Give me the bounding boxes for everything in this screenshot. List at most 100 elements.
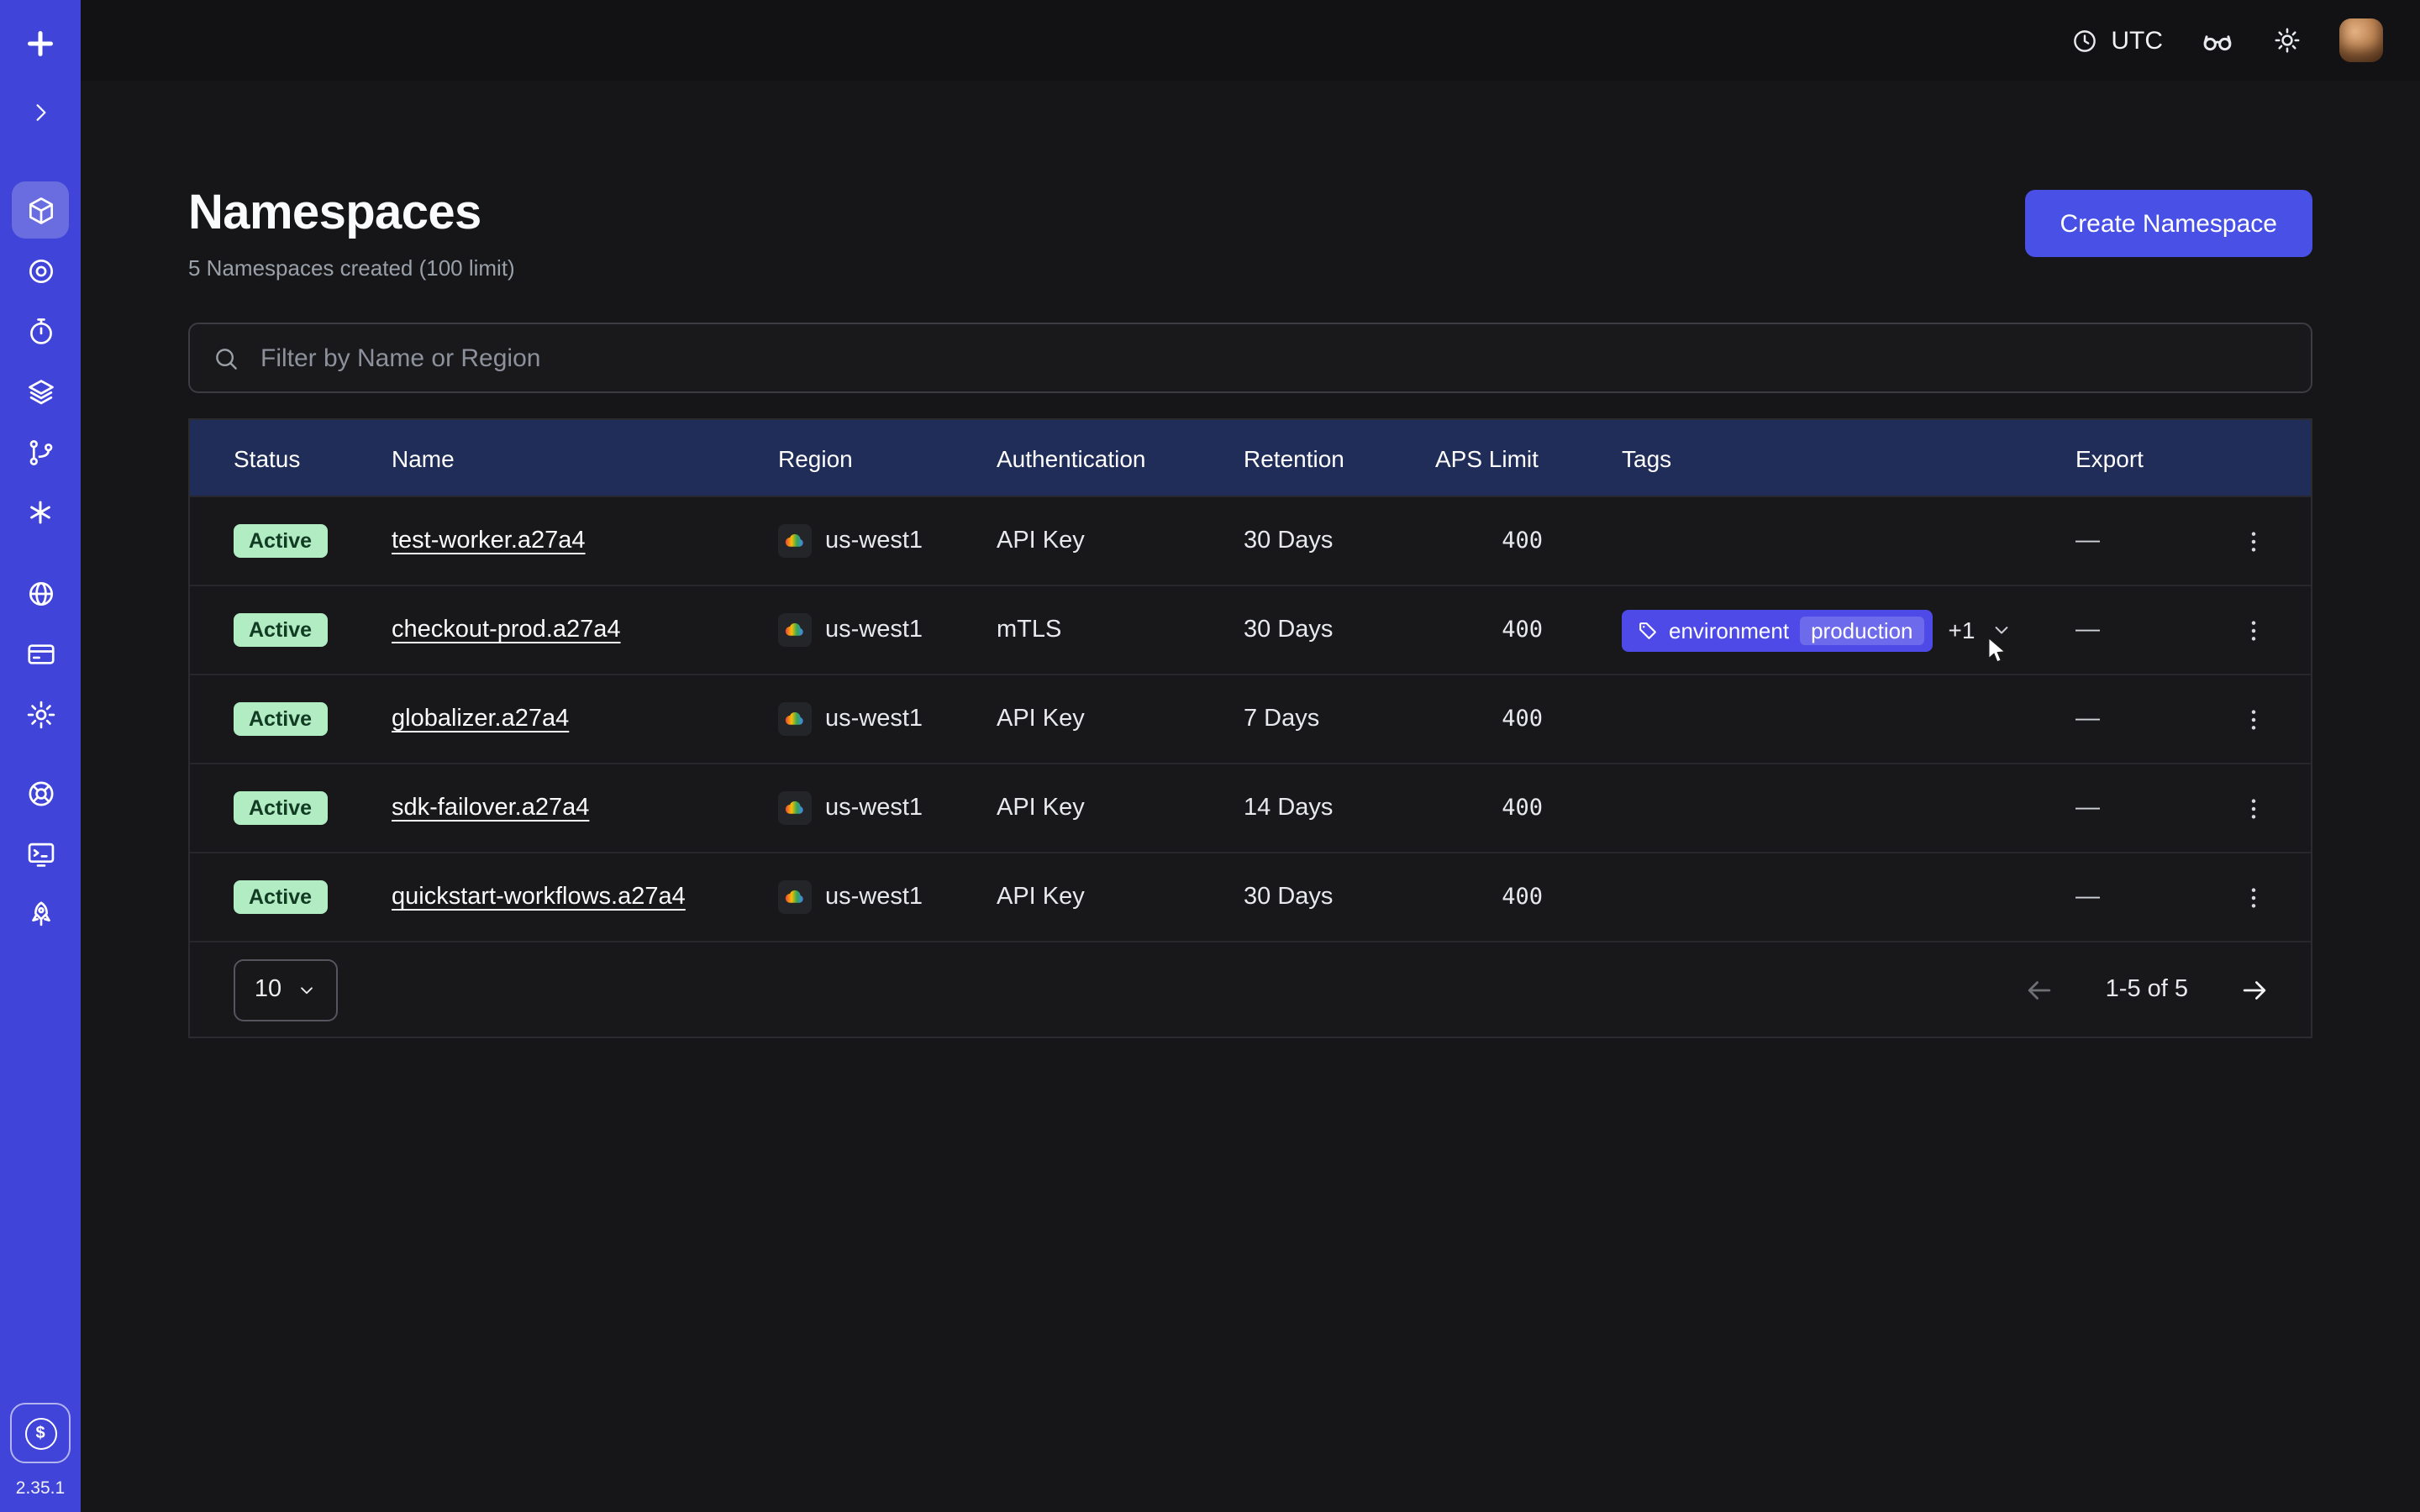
pagination: 1-5 of 5 (2023, 974, 2270, 1005)
sidebar-item-settings[interactable] (12, 685, 69, 743)
column-header-retention: Retention (1244, 444, 1435, 471)
sidebar-item-billing[interactable] (12, 625, 69, 682)
aps-limit-value: 400 (1435, 528, 1543, 554)
search-icon (212, 344, 240, 372)
row-menu-button[interactable] (2230, 874, 2277, 921)
glasses-icon[interactable] (2200, 23, 2235, 58)
table-row: Active sdk-failover.a27a4 us-west1 API K… (190, 763, 2311, 852)
tags-more-label[interactable]: +1 (1949, 617, 1975, 643)
export-value: — (2075, 706, 2230, 732)
status-badge: Active (234, 702, 327, 736)
version-label: 2.35.1 (16, 1478, 65, 1499)
table-body: Active test-worker.a27a4 us-west1 API Ke… (190, 496, 2311, 941)
sidebar-nav-secondary (12, 563, 69, 744)
row-menu-button[interactable] (2230, 606, 2277, 654)
sidebar-nav-help (12, 763, 69, 944)
region-label: us-west1 (825, 795, 923, 822)
rocket-icon (24, 898, 56, 930)
export-value: — (2075, 884, 2230, 911)
table-row: Active quickstart-workflows.a27a4 us-wes… (190, 852, 2311, 941)
region-label: us-west1 (825, 884, 923, 911)
namespace-link[interactable]: sdk-failover.a27a4 (392, 795, 589, 822)
tag-key: environment (1669, 617, 1789, 643)
tag-value: production (1799, 616, 1924, 644)
billing-card-icon (24, 638, 56, 669)
table-footer: 10 1-5 of 5 (190, 941, 2311, 1037)
aps-limit-value: 400 (1435, 617, 1543, 643)
pagination-range: 1-5 of 5 (2106, 976, 2188, 1003)
sidebar-item-getting-started[interactable] (12, 885, 69, 942)
export-value: — (2075, 617, 2230, 643)
sidebar-item-target[interactable] (12, 242, 69, 299)
retention-label: 14 Days (1244, 795, 1435, 822)
avatar[interactable] (2339, 18, 2383, 62)
namespace-link[interactable]: checkout-prod.a27a4 (392, 617, 621, 643)
row-menu-button[interactable] (2230, 696, 2277, 743)
column-header-tags: Tags (1543, 444, 2075, 471)
table-row: Active globalizer.a27a4 us-west1 API Key… (190, 674, 2311, 763)
aps-limit-value: 400 (1435, 706, 1543, 732)
chevron-down-icon[interactable] (1990, 618, 2013, 642)
expand-sidebar-button[interactable] (12, 84, 69, 141)
tag-icon (1637, 619, 1659, 641)
gcp-icon (778, 702, 812, 736)
auth-label: API Key (997, 528, 1244, 554)
row-menu-button[interactable] (2230, 785, 2277, 832)
aps-limit-value: 400 (1435, 795, 1543, 822)
sidebar-nav-primary (12, 180, 69, 543)
sidebar-item-nexus[interactable] (12, 484, 69, 541)
sidebar-item-globe[interactable] (12, 564, 69, 622)
sidebar-item-namespaces[interactable] (12, 181, 69, 239)
region-label: us-west1 (825, 617, 923, 643)
sidebar-item-workflows[interactable] (12, 423, 69, 480)
gcp-icon (778, 524, 812, 558)
sidebar-item-deployments[interactable] (12, 363, 69, 420)
main-content: Namespaces 5 Namespaces created (100 lim… (81, 81, 2420, 1512)
filter-bar (188, 323, 2312, 393)
sidebar-item-support[interactable] (12, 764, 69, 822)
auth-label: API Key (997, 884, 1244, 911)
chevron-down-icon (295, 979, 317, 1000)
retention-label: 30 Days (1244, 617, 1435, 643)
namespaces-table: Status Name Region Authentication Retent… (188, 418, 2312, 1038)
row-menu-button[interactable] (2230, 517, 2277, 564)
create-namespace-button[interactable]: Create Namespace (2025, 190, 2312, 257)
column-header-name: Name (392, 444, 778, 471)
arrow-right-icon[interactable] (2238, 974, 2270, 1005)
search-input[interactable] (257, 342, 2289, 374)
region-label: us-west1 (825, 528, 923, 554)
temporal-logo-icon[interactable] (12, 15, 69, 72)
arrow-left-icon[interactable] (2023, 974, 2055, 1005)
namespace-link[interactable]: test-worker.a27a4 (392, 528, 586, 554)
page-size-select[interactable]: 10 (234, 958, 338, 1021)
timezone-selector[interactable]: UTC (2070, 26, 2163, 55)
region-label: us-west1 (825, 706, 923, 732)
layers-icon (24, 375, 56, 407)
table-header-row: Status Name Region Authentication Retent… (190, 420, 2311, 496)
sidebar-item-docs[interactable] (12, 825, 69, 882)
status-badge: Active (234, 524, 327, 558)
terminal-icon (24, 837, 56, 869)
cube-icon (24, 194, 56, 226)
export-value: — (2075, 795, 2230, 822)
column-header-export: Export (2075, 444, 2230, 471)
asterisk-icon (25, 497, 55, 528)
usage-button[interactable]: $ (10, 1403, 71, 1463)
sun-icon[interactable] (2272, 25, 2302, 55)
sidebar-bottom: $ 2.35.1 (10, 1403, 71, 1512)
retention-label: 7 Days (1244, 706, 1435, 732)
status-badge: Active (234, 791, 327, 825)
sidebar-item-schedules[interactable] (12, 302, 69, 360)
namespace-link[interactable]: quickstart-workflows.a27a4 (392, 884, 686, 911)
status-badge: Active (234, 880, 327, 914)
topbar: UTC (81, 0, 2420, 81)
auth-label: API Key (997, 706, 1244, 732)
tag-badge[interactable]: environment production (1622, 609, 1933, 651)
auth-label: mTLS (997, 617, 1244, 643)
column-header-authentication: Authentication (997, 444, 1244, 471)
namespace-link[interactable]: globalizer.a27a4 (392, 706, 569, 732)
column-header-status: Status (234, 444, 392, 471)
page-subtitle: 5 Namespaces created (100 limit) (188, 255, 515, 281)
column-header-aps-limit: APS Limit (1435, 444, 1543, 471)
globe-icon (24, 577, 56, 609)
